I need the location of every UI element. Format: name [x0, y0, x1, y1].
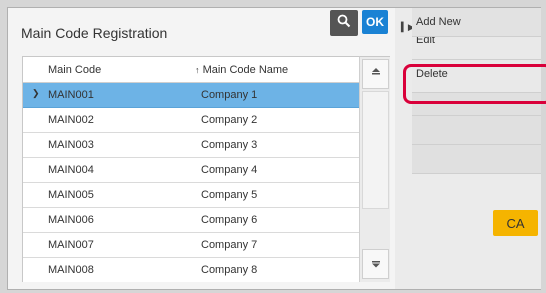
table-row[interactable]: MAIN003 Company 3: [23, 133, 359, 158]
column-header-main-code-name[interactable]: ↑ Main Code Name: [195, 64, 288, 76]
table-row[interactable]: MAIN007 Company 7: [23, 233, 359, 258]
delete-highlight-frame: [403, 64, 546, 104]
column-header-main-code[interactable]: Main Code: [48, 64, 101, 76]
main-code-cell: MAIN006: [48, 214, 94, 226]
main-code-name-cell: Company 2: [201, 114, 258, 126]
menu-item-edit[interactable]: Edit: [412, 37, 541, 60]
main-code-cell: MAIN001: [48, 89, 94, 101]
main-code-cell: MAIN007: [48, 239, 94, 251]
main-code-name-cell: Company 4: [201, 164, 258, 176]
scroll-thumb[interactable]: [362, 91, 389, 209]
table-row[interactable]: MAIN004 Company 4: [23, 158, 359, 183]
search-icon: [337, 14, 351, 33]
main-code-cell: MAIN002: [48, 114, 94, 126]
menu-item-add-new[interactable]: Add New: [412, 8, 541, 37]
table-row[interactable]: MAIN002 Company 2: [23, 108, 359, 133]
scroll-down-button[interactable]: [362, 249, 389, 279]
menu-item-label: Add New: [416, 16, 461, 28]
page-title: Main Code Registration: [21, 25, 168, 41]
code-table: Main Code ↑ Main Code Name ❯ MAIN001 Com…: [22, 56, 359, 282]
main-code-cell: MAIN008: [48, 264, 94, 276]
table-row[interactable]: MAIN008 Company 8: [23, 258, 359, 283]
main-code-cell: MAIN004: [48, 164, 94, 176]
up-arrow-icon: ↑: [195, 65, 200, 75]
main-code-cell: MAIN003: [48, 139, 94, 151]
main-code-name-cell: Company 7: [201, 239, 258, 251]
table-row[interactable]: MAIN006 Company 6: [23, 208, 359, 233]
chevron-down-icon: ❯: [32, 88, 40, 98]
main-code-name-cell: Company 6: [201, 214, 258, 226]
double-chevron-down-icon: [371, 257, 381, 272]
main-code-name-cell: Company 1: [201, 89, 258, 101]
table-row[interactable]: ❯ MAIN001 Company 1: [23, 83, 359, 108]
menu-item-label: Edit: [416, 37, 435, 46]
table-scrollbar[interactable]: [359, 56, 390, 282]
double-chevron-up-icon: [371, 67, 381, 82]
menu-item-empty: [412, 116, 541, 145]
column-header-label: Main Code Name: [202, 64, 289, 76]
main-code-name-cell: Company 3: [201, 139, 258, 151]
main-code-name-cell: Company 8: [201, 264, 258, 276]
ok-button[interactable]: OK: [362, 10, 388, 34]
main-code-name-cell: Company 5: [201, 189, 258, 201]
table-header: Main Code ↑ Main Code Name: [23, 57, 359, 83]
menu-item-empty: [412, 145, 541, 174]
main-code-cell: MAIN005: [48, 189, 94, 201]
scroll-up-button[interactable]: [362, 59, 389, 89]
table-row[interactable]: MAIN005 Company 5: [23, 183, 359, 208]
ca-button[interactable]: CA: [493, 210, 538, 236]
search-button[interactable]: [330, 10, 358, 36]
